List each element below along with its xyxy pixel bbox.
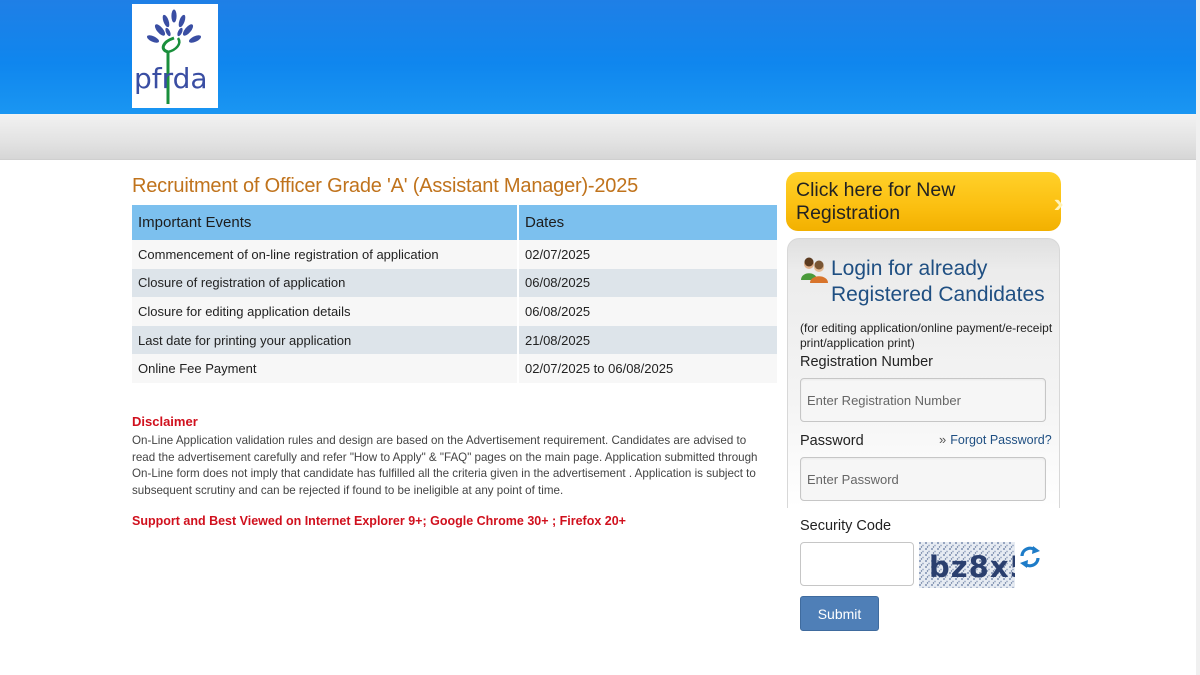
login-subtext: (for editing application/online payment/…	[800, 321, 1053, 350]
refresh-icon[interactable]	[1018, 544, 1042, 570]
sub-header-bar	[0, 114, 1196, 160]
table-row: Closure of registration of application 0…	[132, 268, 777, 298]
date-cell: 06/08/2025	[518, 297, 777, 326]
browser-support-note: Support and Best Viewed on Internet Expl…	[132, 514, 626, 528]
disclaimer-title: Disclaimer	[132, 414, 198, 429]
double-chevron-right-icon: »	[939, 432, 947, 447]
date-cell: 02/07/2025	[518, 240, 777, 269]
password-label: Password	[800, 433, 864, 449]
pfrda-logo-icon: pfrda	[134, 9, 208, 104]
table-row: Closure for editing application details …	[132, 297, 777, 326]
table-row: Online Fee Payment 02/07/2025 to 06/08/2…	[132, 354, 777, 383]
event-cell: Commencement of on-line registration of …	[132, 240, 519, 269]
header-dates: Dates	[518, 205, 777, 240]
table-row: Commencement of on-line registration of …	[132, 240, 777, 269]
forgot-password-label: Forgot Password?	[950, 433, 1052, 447]
password-input[interactable]	[800, 457, 1046, 501]
new-registration-label: Click here for New Registration	[796, 178, 956, 224]
date-cell: 06/08/2025	[518, 268, 777, 298]
important-events-table: Important Events Dates Commencement of o…	[132, 205, 777, 383]
security-code-label: Security Code	[800, 518, 892, 534]
date-cell: 21/08/2025	[518, 325, 777, 355]
pfrda-logo[interactable]: pfrda	[132, 4, 218, 108]
event-cell: Online Fee Payment	[132, 354, 519, 383]
logo-text: pfrda	[134, 62, 208, 95]
captcha-image: bz8x5	[919, 542, 1015, 588]
captcha-text: bz8x5	[929, 550, 1015, 584]
users-icon	[801, 257, 828, 283]
registration-number-input[interactable]	[800, 378, 1046, 422]
event-cell: Last date for printing your application	[132, 325, 519, 355]
security-code-input[interactable]	[800, 542, 914, 586]
forgot-password-link[interactable]: » Forgot Password?	[939, 432, 1052, 447]
event-cell: Closure for editing application details	[132, 297, 519, 326]
event-cell: Closure of registration of application	[132, 268, 519, 298]
registration-number-label: Registration Number	[800, 354, 933, 370]
header-important-events: Important Events	[132, 205, 519, 240]
table-row: Last date for printing your application …	[132, 325, 777, 355]
login-heading: Login for already Registered Candidates	[831, 257, 1045, 306]
date-cell: 02/07/2025 to 06/08/2025	[518, 354, 777, 383]
scrollbar[interactable]	[1196, 0, 1200, 675]
submit-button[interactable]: Submit	[800, 596, 879, 631]
page-title: Recruitment of Officer Grade 'A' (Assist…	[132, 175, 639, 197]
disclaimer-text: On-Line Application validation rules and…	[132, 434, 758, 497]
table-header-row: Important Events Dates	[132, 205, 777, 240]
new-registration-button[interactable]: Click here for New Registration ››	[786, 172, 1065, 231]
